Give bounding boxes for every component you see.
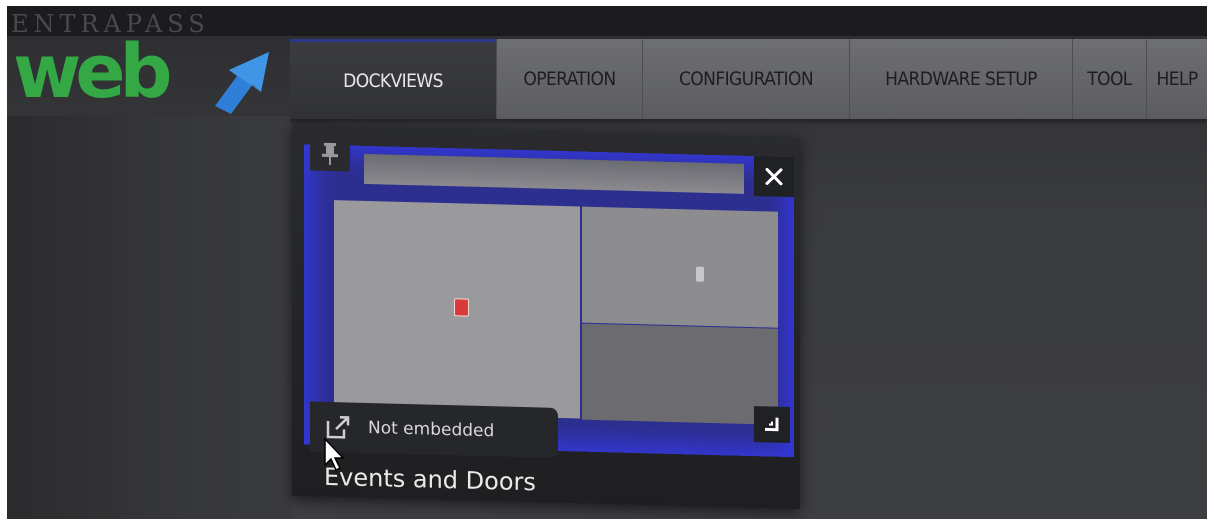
menu-configuration[interactable]: CONFIGURATION — [643, 39, 850, 119]
main-menu-bar: DOCKVIEWS OPERATION CONFIGURATION HARDWA… — [290, 39, 1207, 119]
menu-operation[interactable]: OPERATION — [497, 39, 643, 119]
menu-help[interactable]: HELP — [1147, 39, 1207, 119]
menu-shadow — [290, 119, 1207, 125]
menu-dockviews[interactable]: DOCKVIEWS — [290, 39, 497, 119]
menu-tool[interactable]: TOOL — [1073, 39, 1147, 119]
menu-hardware-setup[interactable]: HARDWARE SETUP — [850, 39, 1073, 119]
preview-pane-doors — [582, 206, 778, 328]
events-icon — [454, 298, 469, 317]
dockview-card[interactable]: Not embedded Events and Doors — [292, 124, 800, 510]
mouse-cursor-icon — [324, 437, 345, 472]
dockview-title: Events and Doors — [324, 462, 536, 497]
preview-header-band — [364, 153, 744, 194]
pin-icon[interactable] — [310, 136, 350, 172]
preview-pane-empty — [582, 323, 778, 425]
left-panel — [7, 116, 292, 519]
resize-icon[interactable] — [754, 406, 790, 444]
embed-status-label: Not embedded — [368, 417, 495, 442]
embed-toggle[interactable]: Not embedded — [310, 401, 558, 458]
logo-arrow-icon — [215, 52, 269, 114]
door-icon — [696, 266, 704, 282]
close-icon[interactable] — [754, 156, 794, 198]
logo-web-text: web — [13, 29, 173, 115]
app-window: ENTRAPASS web DOCKVIEWS OPERATION CONFIG… — [7, 6, 1207, 519]
